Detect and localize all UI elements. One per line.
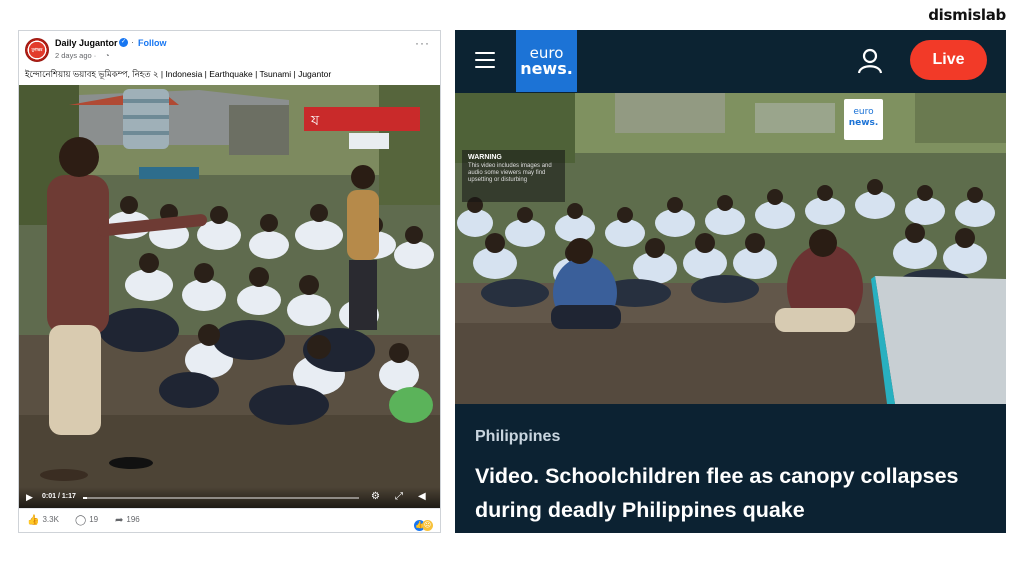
share-stat[interactable]: ➦ 196 xyxy=(115,515,140,526)
avatar-label: যুগান্তর xyxy=(31,47,43,52)
video-frame: য xyxy=(19,85,440,509)
article-video-frame[interactable]: WARNING This video includes images and a… xyxy=(455,93,1006,404)
site-header: euro news. Live xyxy=(455,30,1006,93)
video-timecode: 0:01 / 1:17 xyxy=(42,493,76,500)
post-timestamp[interactable]: 2 days ago · xyxy=(55,51,96,60)
fullscreen-icon[interactable]: ⤢ xyxy=(395,491,403,502)
video-progress-bar[interactable] xyxy=(83,497,359,499)
share-count: 196 xyxy=(126,515,140,524)
video-still xyxy=(455,93,1006,404)
warning-text: This video includes images and audio som… xyxy=(468,163,552,183)
svg-text:য: য xyxy=(310,113,320,129)
video-player[interactable]: য ▶ 0:01 / 1:17 ⚙ ⤢ ◀ xyxy=(19,85,440,509)
facebook-post-card: যুগান্তর Daily Jugantor ✓ · Follow 2 day… xyxy=(18,30,441,533)
comparison-screenshot: dismislab যুগান্তর Daily Jugantor ✓ · Fo… xyxy=(0,0,1024,562)
logo-line2: news. xyxy=(520,59,573,78)
badge-line2: news. xyxy=(848,118,879,128)
article-category[interactable]: Philippines xyxy=(475,428,560,446)
hamburger-menu-icon[interactable] xyxy=(475,52,495,68)
video-controls: ▶ 0:01 / 1:17 ⚙ ⤢ ◀ xyxy=(19,487,440,509)
comment-count: 19 xyxy=(89,515,99,524)
video-progress-fill xyxy=(83,497,87,499)
post-header: যুগান্তর Daily Jugantor ✓ · Follow 2 day… xyxy=(19,31,440,87)
article-body: Philippines Video. Schoolchildren flee a… xyxy=(455,404,1006,533)
like-stat[interactable]: 👍 3.3K xyxy=(27,515,59,526)
page-name[interactable]: Daily Jugantor xyxy=(55,38,118,48)
euronews-watermark-logo: euro news. xyxy=(844,99,883,140)
share-icon: ➦ xyxy=(115,515,124,526)
euronews-logo[interactable]: euro news. xyxy=(516,30,577,92)
watermark: dismislab xyxy=(928,6,1006,24)
post-footer: 👍 3.3K ◯ 19 ➦ 196 👍☹ xyxy=(19,508,440,532)
live-button[interactable]: Live xyxy=(910,40,987,80)
reactions[interactable]: 👍☹ xyxy=(414,514,433,532)
comment-icon: ◯ xyxy=(75,515,87,526)
user-account-icon[interactable] xyxy=(857,48,883,74)
post-caption: ইন্দোনেশিয়ায় ভয়াবহ ভূমিকম্প, নিহত ২ |… xyxy=(25,69,332,79)
comment-stat[interactable]: ◯ 19 xyxy=(75,515,98,526)
public-globe-icon: ◔ xyxy=(105,51,110,60)
volume-icon[interactable]: ◀ xyxy=(418,491,426,502)
separator-dot: · xyxy=(131,37,134,47)
like-icon: 👍 xyxy=(27,515,40,526)
settings-icon[interactable]: ⚙ xyxy=(371,491,380,502)
verified-badge-icon: ✓ xyxy=(119,38,128,47)
play-icon[interactable]: ▶ xyxy=(26,492,33,503)
euronews-article-card: euro news. Live WARNING This video inclu… xyxy=(455,30,1006,533)
content-warning-overlay: WARNING This video includes images and a… xyxy=(462,150,565,202)
article-headline[interactable]: Video. Schoolchildren flee as canopy col… xyxy=(475,459,995,527)
sad-reaction-icon: ☹ xyxy=(422,520,433,531)
follow-button[interactable]: Follow xyxy=(138,38,167,48)
like-count: 3.3K xyxy=(42,515,59,524)
post-time-text: 2 days ago xyxy=(55,51,92,60)
page-avatar[interactable]: যুগান্তর xyxy=(25,38,49,62)
warning-title: WARNING xyxy=(468,154,502,161)
badge-line1: euro xyxy=(853,107,874,117)
more-options-icon[interactable]: ··· xyxy=(415,36,430,50)
